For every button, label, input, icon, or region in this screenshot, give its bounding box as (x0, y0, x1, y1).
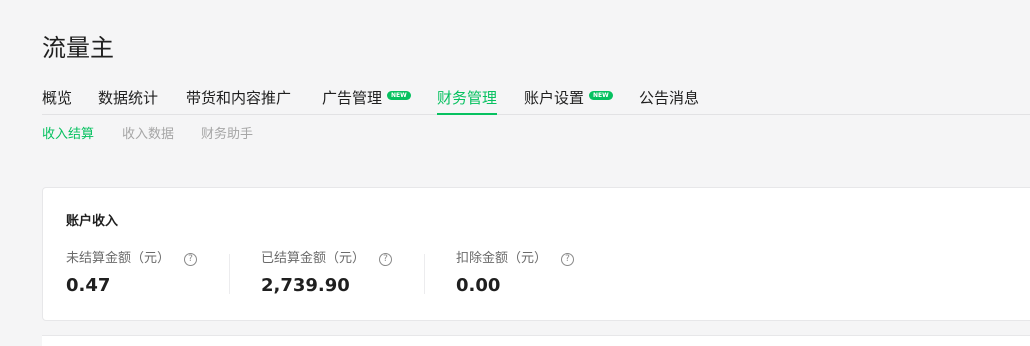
tab-overview[interactable]: 概览 (42, 86, 72, 114)
next-card-edge (42, 335, 1030, 346)
subtab-finance-assistant[interactable]: 财务助手 (201, 125, 253, 145)
tab-ad-management[interactable]: 广告管理 NEW (322, 86, 411, 114)
question-circle-icon[interactable]: ? (379, 253, 393, 266)
account-income-card: 账户收入 未结算金额（元）? 0.47 已结算金额（元）? 2,739.90 扣… (42, 187, 1030, 321)
metric-label: 扣除金额（元） (456, 251, 548, 266)
metric-unsettled: 未结算金额（元）? 0.47 (66, 250, 198, 300)
tab-goods-content-promotion[interactable]: 带货和内容推广 (186, 86, 291, 114)
new-badge: NEW (589, 91, 613, 100)
tab-label: 概览 (42, 89, 73, 107)
new-badge: NEW (387, 91, 411, 100)
tab-label: 带货和内容推广 (186, 89, 292, 107)
metric-settled: 已结算金额（元）? 2,739.90 (261, 250, 393, 300)
card-title: 账户收入 (66, 214, 119, 229)
subtab-income-settlement[interactable]: 收入结算 (42, 125, 94, 145)
tab-label: 公告消息 (639, 89, 700, 107)
tab-data-statistics[interactable]: 数据统计 (98, 86, 158, 114)
metric-deducted: 扣除金额（元）? 0.00 (456, 250, 575, 300)
metric-value: 0.00 (456, 275, 501, 296)
tab-label: 广告管理 (322, 89, 383, 107)
page-title: 流量主 (42, 34, 114, 62)
tab-label: 财务管理 (437, 89, 498, 107)
tab-account-settings[interactable]: 账户设置 NEW (524, 86, 613, 114)
divider (424, 254, 425, 294)
tab-announcements[interactable]: 公告消息 (639, 86, 699, 114)
tab-label: 数据统计 (98, 89, 159, 107)
metric-label: 已结算金额（元） (261, 251, 366, 266)
tab-label: 账户设置 (524, 89, 585, 107)
question-circle-icon[interactable]: ? (184, 253, 198, 266)
metric-value: 0.47 (66, 275, 111, 296)
metric-label: 未结算金额（元） (66, 251, 171, 266)
question-circle-icon[interactable]: ? (561, 253, 575, 266)
metric-value: 2,739.90 (261, 275, 350, 296)
divider (229, 254, 230, 294)
subtab-income-data[interactable]: 收入数据 (122, 125, 174, 145)
main-tab-bar: 概览 数据统计 带货和内容推广 广告管理 NEW 财务管理 账户设置 NEW 公告消… (42, 86, 1030, 115)
tab-finance-management[interactable]: 财务管理 (437, 86, 498, 115)
